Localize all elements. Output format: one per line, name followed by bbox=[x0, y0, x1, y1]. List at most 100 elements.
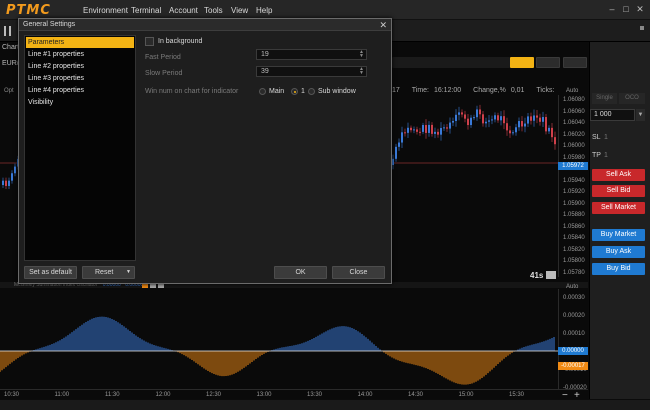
scroll-end-icon[interactable] bbox=[546, 271, 556, 279]
radio-main[interactable] bbox=[259, 88, 266, 95]
fast-period-input[interactable]: 19 ▲ ▼ bbox=[256, 49, 367, 60]
spinner-arrows-icon[interactable]: ▲ ▼ bbox=[359, 67, 364, 76]
indicator-value-marker: -0.00017 bbox=[558, 362, 588, 370]
time-tick-label: 13:30 bbox=[307, 392, 323, 398]
status-bar bbox=[0, 400, 650, 410]
info-time-value: 16:12:00 bbox=[433, 87, 462, 94]
chart-tab[interactable]: Chart bbox=[2, 44, 19, 51]
toolbar-grip-icon bbox=[4, 26, 6, 36]
info-partial: 17 bbox=[392, 87, 400, 94]
nav-item-parameters[interactable]: Parameters bbox=[26, 37, 134, 48]
dialog-title-bar[interactable]: General Settings ✕ bbox=[19, 19, 391, 31]
price-tick-label: 1.05860 bbox=[563, 223, 585, 230]
indicator-axis-auto[interactable]: Auto bbox=[566, 284, 578, 290]
current-price-marker: 1.05972 bbox=[558, 162, 588, 170]
indicator-zero-marker: 0.00000 bbox=[558, 347, 588, 355]
time-tick-label: 12:00 bbox=[155, 392, 171, 398]
nav-item-line1[interactable]: Line #1 properties bbox=[26, 49, 134, 60]
reset-dropdown-icon[interactable]: ▼ bbox=[126, 267, 131, 278]
chart-tool-button[interactable] bbox=[536, 57, 560, 68]
bar-countdown: 41s bbox=[530, 271, 544, 280]
tab-single[interactable]: Single bbox=[592, 93, 617, 104]
close-icon[interactable]: ✕ bbox=[634, 4, 646, 15]
time-tick-label: 15:00 bbox=[458, 392, 474, 398]
buy-market-button[interactable]: Buy Market bbox=[592, 229, 645, 241]
price-tick-label: 1.05820 bbox=[563, 246, 585, 253]
fast-period-label: Fast Period bbox=[145, 54, 181, 61]
sl-label: SL bbox=[592, 134, 601, 141]
price-tick-label: 1.06020 bbox=[563, 131, 585, 138]
indicator-axis[interactable] bbox=[558, 289, 588, 389]
radio-one[interactable] bbox=[291, 88, 298, 95]
menu-environment[interactable]: Environment bbox=[83, 6, 128, 15]
dialog-close-icon[interactable]: ✕ bbox=[379, 20, 387, 31]
maximize-icon[interactable]: □ bbox=[620, 4, 632, 15]
chart-settings-button[interactable] bbox=[563, 57, 587, 68]
price-tick-label: 1.05880 bbox=[563, 212, 585, 218]
sell-ask-button[interactable]: Sell Ask bbox=[592, 169, 645, 181]
price-tick-label: 1.05900 bbox=[563, 200, 585, 207]
menu-account[interactable]: Account bbox=[169, 6, 198, 15]
price-tick-label: 1.05840 bbox=[563, 235, 585, 241]
nav-item-line4[interactable]: Line #4 properties bbox=[26, 85, 134, 96]
chart-options[interactable]: Opt bbox=[4, 88, 14, 94]
info-change-value: 0,01 bbox=[510, 87, 525, 94]
set-as-default-button[interactable]: Set as default bbox=[24, 266, 77, 279]
tp-value[interactable]: 1 bbox=[604, 152, 608, 159]
price-tick-label: 1.06080 bbox=[563, 97, 585, 103]
sell-bid-button[interactable]: Sell Bid bbox=[592, 185, 645, 197]
dialog-title: General Settings bbox=[23, 21, 76, 28]
buy-bid-button[interactable]: Buy Bid bbox=[592, 263, 645, 275]
price-tick-label: 1.05980 bbox=[563, 154, 585, 161]
nav-item-line2[interactable]: Line #2 properties bbox=[26, 61, 134, 72]
settings-nav: Parameters Line #1 properties Line #2 pr… bbox=[24, 35, 136, 261]
time-tick-label: 15:30 bbox=[509, 392, 525, 398]
price-axis-auto[interactable]: Auto bbox=[566, 88, 578, 94]
chart-symbol[interactable]: EUR/ bbox=[2, 60, 19, 67]
reset-button[interactable]: Reset ▼ bbox=[82, 266, 135, 279]
reset-label: Reset bbox=[95, 269, 114, 276]
slow-period-value: 39 bbox=[261, 68, 269, 75]
minimize-icon[interactable]: – bbox=[606, 4, 618, 15]
slow-period-input[interactable]: 39 ▲ ▼ bbox=[256, 66, 367, 77]
info-change-label: Change,% bbox=[473, 87, 506, 94]
ok-button[interactable]: OK bbox=[274, 266, 327, 279]
price-tick-label: 1.06060 bbox=[563, 108, 585, 115]
menu-bar: PTMC Environment Terminal Account Tools … bbox=[0, 0, 650, 20]
radio-sub-window-label: Sub window bbox=[318, 88, 356, 95]
oscillator-chart[interactable] bbox=[0, 290, 558, 390]
indicator-tick-label: 0.00010 bbox=[563, 331, 585, 337]
toolbar-dots-icon bbox=[640, 26, 644, 30]
chart-toolbar-strip bbox=[392, 57, 510, 68]
menu-help[interactable]: Help bbox=[256, 6, 272, 15]
app-logo: PTMC bbox=[6, 3, 51, 18]
radio-sub-window[interactable] bbox=[308, 88, 315, 95]
menu-terminal[interactable]: Terminal bbox=[131, 6, 161, 15]
menu-tools[interactable]: Tools bbox=[204, 6, 223, 15]
time-tick-label: 11:30 bbox=[105, 392, 120, 398]
time-tick-label: 10:30 bbox=[4, 392, 20, 398]
win-num-label: Win num on chart for indicator bbox=[145, 88, 239, 95]
nav-item-line3[interactable]: Line #3 properties bbox=[26, 73, 134, 84]
radio-one-label: 1 bbox=[301, 88, 305, 95]
sl-value[interactable]: 1 bbox=[604, 134, 608, 141]
toolbar-grip-icon bbox=[9, 26, 11, 36]
sell-market-button[interactable]: Sell Market bbox=[592, 202, 645, 214]
fast-period-value: 19 bbox=[261, 51, 269, 58]
in-background-checkbox[interactable] bbox=[145, 37, 154, 46]
price-tick-label: 1.06000 bbox=[563, 143, 585, 149]
info-time-label: Time: bbox=[411, 87, 429, 94]
quantity-input[interactable]: 1 000 bbox=[590, 109, 635, 121]
price-tick-label: 1.05920 bbox=[563, 189, 585, 195]
quantity-dropdown-icon[interactable]: ▼ bbox=[636, 109, 645, 121]
menu-view[interactable]: View bbox=[231, 6, 248, 15]
time-axis[interactable] bbox=[0, 389, 588, 399]
tab-oco[interactable]: OCO bbox=[619, 93, 645, 104]
time-tick-label: 13:00 bbox=[256, 392, 272, 398]
buy-ask-button[interactable]: Buy Ask bbox=[592, 246, 645, 258]
draw-tool-button[interactable] bbox=[510, 57, 534, 68]
price-tick-label: 1.05940 bbox=[563, 177, 585, 184]
nav-item-visibility[interactable]: Visibility bbox=[26, 97, 134, 108]
close-button[interactable]: Close bbox=[332, 266, 385, 279]
spinner-arrows-icon[interactable]: ▲ ▼ bbox=[359, 50, 364, 59]
